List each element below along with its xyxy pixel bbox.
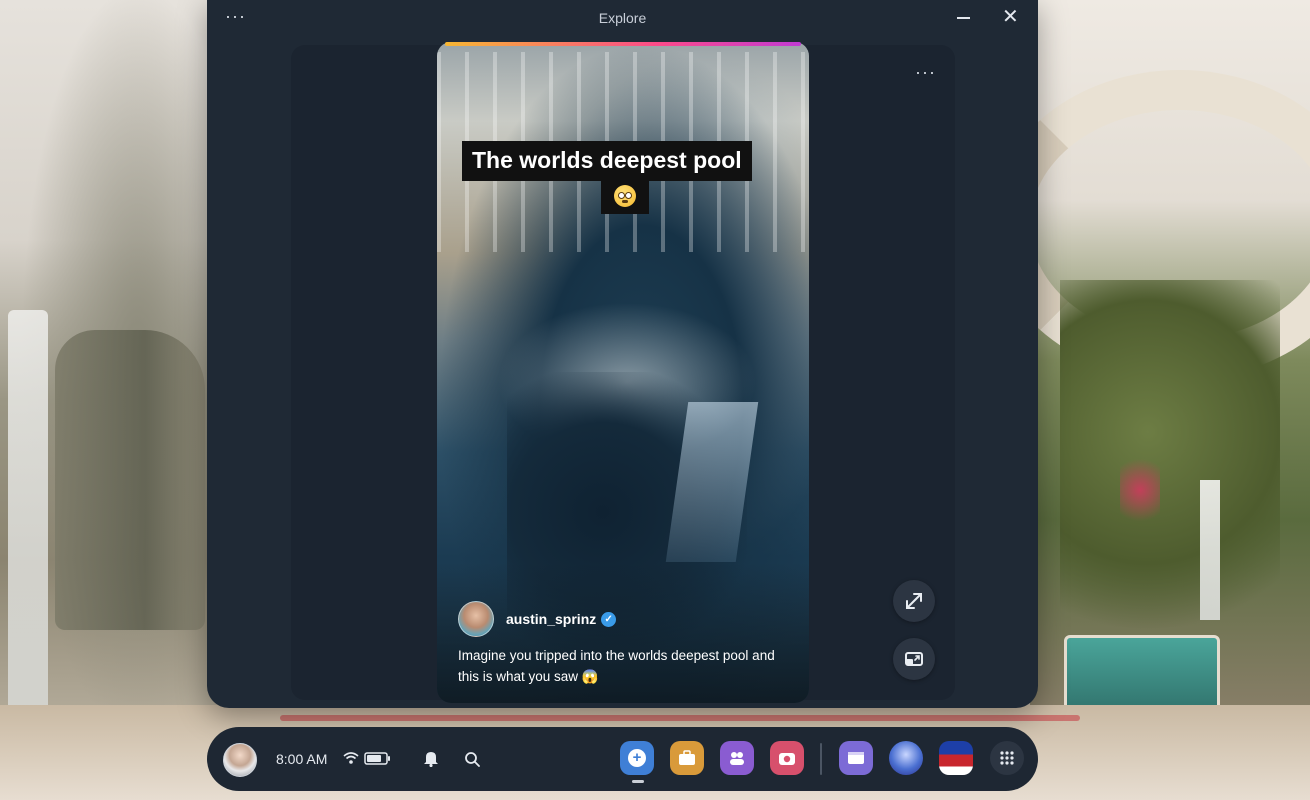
close-button[interactable]: ✕ (1002, 6, 1019, 28)
clock: 8:00 AM (276, 751, 328, 767)
reel-caption-emoji-box (601, 178, 649, 214)
browser-app-icon[interactable] (839, 741, 873, 775)
store-app-icon[interactable]: + (620, 741, 654, 775)
environment-left (0, 0, 230, 800)
verified-badge-icon: ✓ (601, 611, 617, 627)
floor-stripe (280, 715, 1080, 721)
expand-button[interactable] (893, 580, 935, 622)
grid-icon (1000, 751, 1014, 765)
game-app-2-icon[interactable] (939, 741, 973, 775)
reel-options-button[interactable]: ··· (915, 62, 936, 83)
environment-right (990, 0, 1310, 800)
blossom (1120, 450, 1160, 530)
picture-in-picture-button[interactable] (893, 638, 935, 680)
foliage (1060, 280, 1280, 660)
search-icon[interactable] (464, 751, 480, 767)
waterfall-right (1200, 480, 1220, 620)
app-library-button[interactable] (990, 741, 1024, 775)
people-app-icon[interactable] (720, 741, 754, 775)
bell-icon[interactable] (423, 750, 439, 767)
expand-icon (906, 593, 922, 609)
minimize-button[interactable] (957, 17, 970, 19)
author-avatar[interactable] (458, 601, 494, 637)
store-glyph: + (628, 749, 646, 767)
reel-description: Imagine you tripped into the worlds deep… (458, 648, 775, 684)
picture-in-picture-icon (905, 652, 923, 666)
reel-caption: The worlds deepest pool (462, 141, 752, 181)
title-bar: ··· Explore ✕ (207, 0, 1038, 36)
taskbar: 8:00 AM + (207, 727, 1038, 791)
reel-progress-fill (445, 42, 801, 46)
author-username[interactable]: austin_sprinz (506, 611, 596, 627)
battery-icon[interactable] (364, 752, 392, 765)
reel-progress-bar (445, 42, 801, 46)
wifi-icon[interactable] (343, 751, 359, 765)
active-app-indicator (632, 780, 644, 783)
cliff (55, 330, 205, 630)
profile-avatar[interactable] (223, 743, 257, 777)
inventory-app-icon[interactable] (670, 741, 704, 775)
game-app-1-icon[interactable] (889, 741, 923, 775)
waterfall (8, 310, 48, 730)
window-title: Explore (598, 10, 647, 26)
camera-app-icon[interactable] (770, 741, 804, 775)
flushed-face-emoji-icon (614, 185, 636, 207)
taskbar-divider (820, 743, 822, 775)
reel-author[interactable]: austin_sprinz ✓ (458, 601, 617, 637)
